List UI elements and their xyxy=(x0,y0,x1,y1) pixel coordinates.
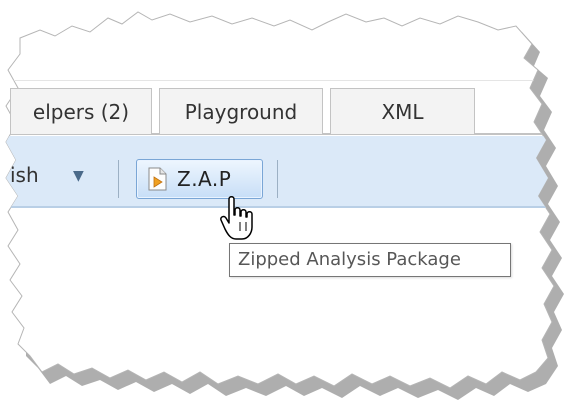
chevron-down-icon[interactable]: ▼ xyxy=(73,163,84,189)
document-arrow-icon xyxy=(148,167,167,191)
tooltip-text: Zipped Analysis Package xyxy=(238,249,461,270)
toolbar-separator xyxy=(118,160,119,198)
zap-button[interactable]: Z.A.P xyxy=(136,159,263,199)
tab-xml-label: XML xyxy=(381,100,424,124)
tab-xml[interactable]: XML xyxy=(330,88,475,134)
tab-playground[interactable]: Playground xyxy=(159,88,323,134)
toolbar-separator xyxy=(277,160,278,198)
hand-pointer-icon xyxy=(220,196,253,240)
tooltip: Zipped Analysis Package xyxy=(229,243,511,277)
tab-playground-label: Playground xyxy=(184,100,298,124)
publish-dropdown-label[interactable]: ish xyxy=(10,163,39,187)
tab-helpers-label: elpers (2) xyxy=(32,100,130,124)
torn-paper-frame xyxy=(5,11,564,400)
tab-helpers[interactable]: elpers (2) xyxy=(10,88,152,134)
zap-button-label: Z.A.P xyxy=(177,167,232,191)
